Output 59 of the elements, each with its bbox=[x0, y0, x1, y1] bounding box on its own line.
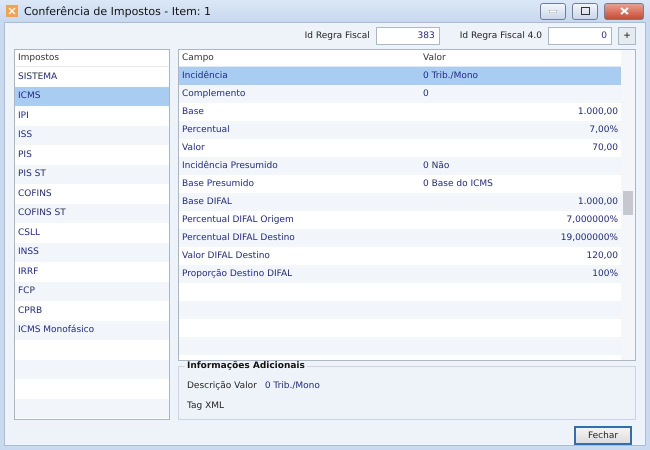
close-icon bbox=[620, 7, 628, 15]
table-row[interactable]: Incidência Presumido 0 Não bbox=[179, 157, 621, 175]
scrollbar[interactable] bbox=[621, 50, 635, 360]
table-row[interactable]: Incidência 0 Trib./Mono bbox=[179, 67, 621, 85]
table-cell-text: 0 bbox=[422, 89, 430, 99]
section-title: Informações Adicionais bbox=[185, 361, 307, 371]
window-title: Conferência de Impostos - Item: 1 bbox=[24, 4, 212, 18]
table-cell-text: 0 Base do ICMS bbox=[422, 179, 494, 189]
table-row[interactable]: Complemento 0 bbox=[179, 85, 621, 103]
table-cell-text: 0 Trib./Mono bbox=[422, 71, 480, 81]
close-button[interactable] bbox=[604, 2, 644, 20]
field-label: Id Regra Fiscal bbox=[304, 31, 370, 41]
table-cell-text: Valor bbox=[181, 143, 206, 153]
list-item[interactable]: PIS ST bbox=[15, 164, 169, 184]
close-dialog-button[interactable]: Fechar bbox=[574, 426, 632, 445]
add-button[interactable]: + bbox=[618, 27, 636, 45]
field-label: Id Regra Fiscal 4.0 bbox=[460, 31, 542, 41]
table-cell-text: Incidência bbox=[181, 71, 229, 81]
table-row[interactable]: Base DIFAL 1.000,00 bbox=[179, 193, 621, 211]
table-cell-text: Base DIFAL bbox=[181, 197, 233, 207]
table-row[interactable]: Percentual 7,00% bbox=[179, 121, 621, 139]
table-cell-text: Valor DIFAL Destino bbox=[181, 251, 271, 261]
list-item[interactable]: INSS bbox=[15, 242, 169, 262]
table-cell-text: 1.000,00 bbox=[576, 197, 619, 207]
list-item[interactable]: FCP bbox=[15, 282, 169, 301]
info-value: 0 Trib./Mono bbox=[264, 381, 320, 391]
column-header: Campo bbox=[181, 53, 215, 63]
list-item[interactable]: COFINS ST bbox=[15, 204, 169, 223]
input-field[interactable]: 0 bbox=[548, 27, 612, 45]
table-cell-text: 7,000000% bbox=[566, 215, 619, 225]
list-item[interactable]: ICMS Monofásico bbox=[15, 320, 169, 340]
table-cell-text: 70,00 bbox=[591, 143, 619, 153]
table-row[interactable]: Proporção Destino DIFAL 100% bbox=[179, 265, 621, 283]
table-cell-text: Base Presumido bbox=[181, 179, 255, 189]
table-cell-text: 100% bbox=[591, 269, 619, 279]
maximize-icon bbox=[580, 7, 590, 15]
table-cell-text: Percentual bbox=[181, 125, 231, 135]
app-icon bbox=[6, 5, 18, 17]
list-item[interactable]: ISS bbox=[15, 126, 169, 145]
table-row[interactable]: Percentual DIFAL Destino 19,000000% bbox=[179, 229, 621, 247]
table-cell-text: Percentual DIFAL Destino bbox=[181, 233, 296, 243]
table-cell-text: Incidência Presumido bbox=[181, 161, 279, 171]
maximize-button[interactable] bbox=[572, 2, 598, 20]
table-cell-text: 120,00 bbox=[586, 251, 619, 261]
info-label: Descrição Valor bbox=[187, 381, 257, 391]
table-cell-text: Percentual DIFAL Origem bbox=[181, 215, 295, 225]
minimize-button[interactable] bbox=[540, 2, 566, 20]
table-cell-text: 19,000000% bbox=[560, 233, 619, 243]
table-cell-text: 7,00% bbox=[588, 125, 619, 135]
column-header: Valor bbox=[422, 53, 447, 63]
table-cell-text: 0 Não bbox=[422, 161, 450, 171]
table-cell-text: Complemento bbox=[181, 89, 246, 99]
table-cell-text: Proporção Destino DIFAL bbox=[181, 269, 294, 279]
table-cell-text: Base bbox=[181, 107, 205, 117]
info-label: Tag XML bbox=[187, 401, 224, 411]
list-item[interactable]: ICMS bbox=[15, 86, 169, 106]
minimize-icon bbox=[549, 10, 557, 12]
table-cell-text: 1.000,00 bbox=[576, 107, 619, 117]
input-field[interactable]: 383 bbox=[376, 27, 440, 45]
